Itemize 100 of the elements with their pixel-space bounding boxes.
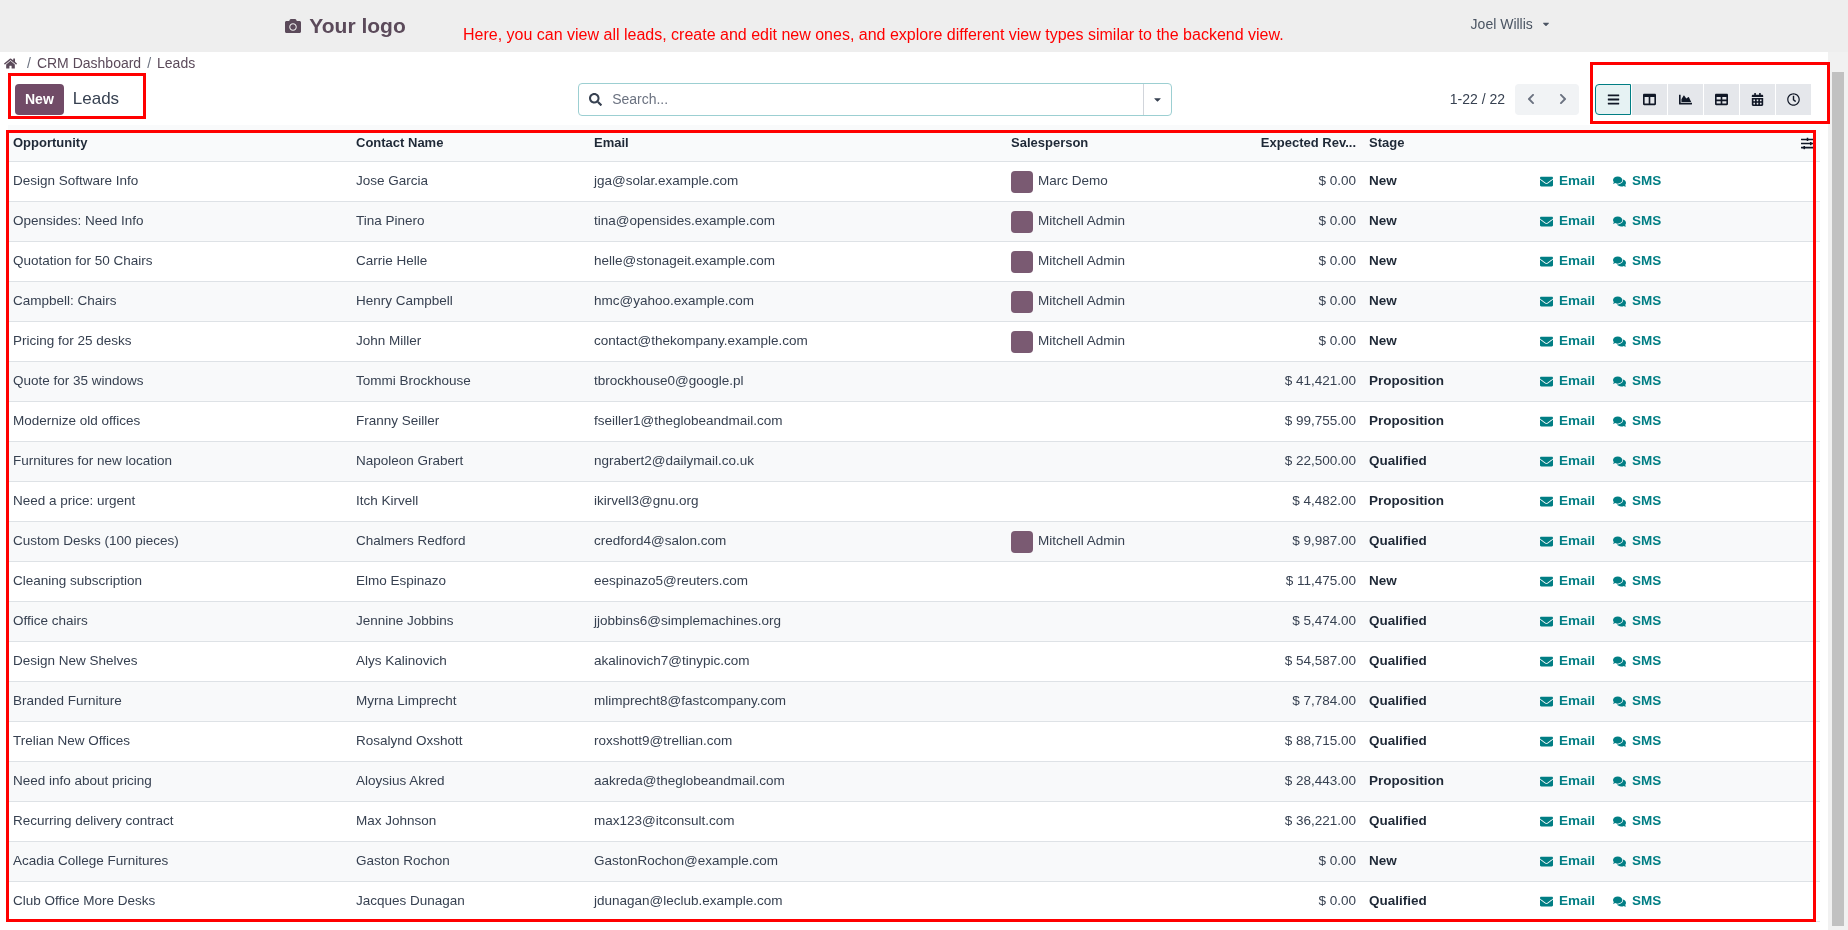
table-cell-text: Quote for 35 windows — [12, 372, 145, 391]
table-cell-text: roxshott9@trellian.com — [593, 732, 734, 751]
clock-icon — [1787, 92, 1800, 106]
sms-button[interactable]: SMS — [1613, 251, 1662, 272]
sms-button[interactable]: SMS — [1613, 611, 1662, 632]
table-cell-text: Modernize old offices — [12, 412, 142, 431]
table-cell-text: Marc Demo — [1038, 172, 1108, 191]
email-button[interactable]: Email — [1540, 451, 1596, 472]
camera-icon — [285, 18, 302, 34]
sms-button[interactable]: SMS — [1613, 171, 1662, 192]
email-button[interactable]: Email — [1540, 531, 1596, 552]
envelope-icon — [1540, 175, 1553, 188]
breadcrumb-link[interactable]: Leads — [157, 52, 196, 74]
table-cell-text: jdunagan@leclub.example.com — [592, 892, 784, 911]
column-header[interactable]: Contact Name — [351, 133, 589, 153]
envelope-icon — [1540, 815, 1553, 828]
email-button[interactable]: Email — [1540, 411, 1596, 432]
envelope-icon — [1540, 735, 1553, 748]
email-button[interactable]: Email — [1540, 771, 1596, 792]
table-cell-text: Recurring delivery contract — [12, 812, 175, 831]
table-cell-text: hmc@yahoo.example.com — [593, 292, 756, 311]
breadcrumb-link[interactable]: CRM Dashboard — [36, 52, 142, 74]
search-bar[interactable]: Search... — [578, 82, 1173, 116]
column-header[interactable]: Salesperson — [1006, 133, 1186, 153]
sms-button[interactable]: SMS — [1613, 331, 1662, 352]
sms-button[interactable]: SMS — [1613, 651, 1662, 672]
table-cell-text: ikirvell3@gnu.org — [593, 492, 700, 511]
envelope-icon — [1540, 535, 1553, 548]
breadcrumb-separator: / — [147, 53, 152, 73]
table-cell-text: jga@solar.example.com — [592, 172, 740, 191]
home-icon[interactable] — [4, 56, 17, 70]
kanban-view-icon — [1643, 92, 1656, 106]
table-cell-text: Opensides: Need Info — [12, 212, 145, 231]
email-button[interactable]: Email — [1540, 691, 1596, 712]
sms-button[interactable]: SMS — [1613, 531, 1662, 552]
column-header[interactable]: Opportunity — [8, 133, 351, 153]
column-header[interactable]: Expected Rev... — [1186, 133, 1364, 153]
calendar-icon — [1751, 92, 1764, 106]
view-switch-button[interactable] — [1595, 83, 1631, 115]
sms-button[interactable]: SMS — [1613, 571, 1662, 592]
email-button[interactable]: Email — [1540, 251, 1596, 272]
email-button[interactable]: Email — [1540, 651, 1596, 672]
sms-button[interactable]: SMS — [1613, 491, 1662, 512]
email-button[interactable]: Email — [1540, 611, 1596, 632]
table-cell-text: Mitchell Admin — [1038, 252, 1126, 271]
column-header[interactable]: Stage — [1364, 133, 1526, 153]
sms-button[interactable]: SMS — [1613, 371, 1662, 392]
table-cell-text: Mitchell Admin — [1038, 332, 1126, 351]
chat-bubbles-icon — [1613, 775, 1627, 788]
table-cell-text: Acadia College Furnitures — [12, 852, 170, 871]
table-cell-text: Branded Furniture — [12, 692, 123, 711]
email-button[interactable]: Email — [1540, 571, 1596, 592]
scrollbar[interactable] — [1828, 52, 1848, 930]
chevron-right-icon — [1557, 93, 1569, 105]
email-button[interactable]: Email — [1540, 731, 1596, 752]
sms-button[interactable]: SMS — [1613, 451, 1662, 472]
new-button[interactable]: New — [15, 83, 64, 115]
envelope-icon — [1540, 215, 1553, 228]
envelope-icon — [1540, 855, 1553, 868]
email-button[interactable]: Email — [1540, 891, 1596, 912]
avatar — [1011, 330, 1033, 353]
sms-button[interactable]: SMS — [1613, 211, 1662, 232]
envelope-icon — [1540, 455, 1553, 468]
email-button[interactable]: Email — [1540, 851, 1596, 872]
email-button[interactable]: Email — [1540, 491, 1596, 512]
sms-button[interactable]: SMS — [1613, 691, 1662, 712]
email-button[interactable]: Email — [1540, 331, 1596, 352]
table-cell-text: Mitchell Admin — [1038, 292, 1126, 311]
search-icon — [589, 92, 603, 106]
email-button[interactable]: Email — [1540, 371, 1596, 392]
table-grid-icon — [1715, 92, 1728, 106]
table-cell-text: Qualified — [1368, 692, 1428, 711]
email-button[interactable]: Email — [1540, 811, 1596, 832]
search-field[interactable]: Search... — [612, 88, 1144, 110]
chat-bubbles-icon — [1613, 375, 1627, 388]
email-button[interactable]: Email — [1540, 291, 1596, 312]
table-cell-text: Max Johnson — [355, 812, 438, 831]
email-button[interactable]: Email — [1540, 171, 1596, 192]
chat-bubbles-icon — [1613, 495, 1627, 508]
table-cell-text: akalinovich7@tinypic.com — [593, 652, 751, 671]
sms-button[interactable]: SMS — [1613, 411, 1662, 432]
column-header[interactable]: Email — [589, 133, 1006, 153]
table-cell-text: $ 11,475.00 — [1284, 572, 1357, 591]
user-menu[interactable]: Joel Willis — [1470, 13, 1551, 35]
email-button[interactable]: Email — [1540, 211, 1596, 232]
table-cell-text: New — [1368, 252, 1398, 271]
sms-button[interactable]: SMS — [1613, 851, 1662, 872]
sms-button[interactable]: SMS — [1613, 811, 1662, 832]
table-cell-text: Campbell: Chairs — [12, 292, 118, 311]
sms-button[interactable]: SMS — [1613, 771, 1662, 792]
table-cell-text: Myrna Limprecht — [355, 692, 458, 711]
sms-button[interactable]: SMS — [1613, 731, 1662, 752]
sms-button[interactable]: SMS — [1613, 291, 1662, 312]
column-settings-icon[interactable] — [1801, 136, 1814, 150]
avatar — [1011, 170, 1033, 193]
table-cell-text: GastonRochon@example.com — [593, 852, 780, 871]
sms-button[interactable]: SMS — [1613, 891, 1662, 912]
table-cell-text: $ 9,987.00 — [1291, 532, 1357, 551]
chat-bubbles-icon — [1613, 615, 1627, 628]
table-cell-text: Henry Campbell — [355, 292, 454, 311]
